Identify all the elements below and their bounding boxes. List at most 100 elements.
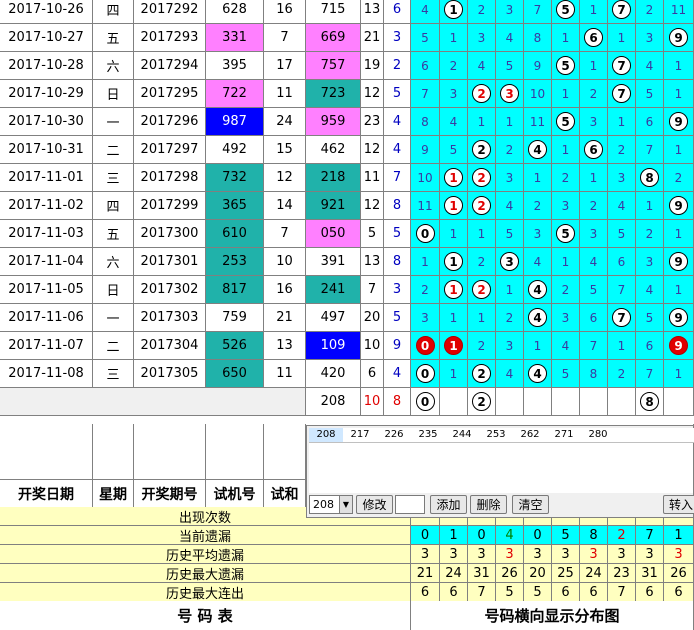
list-item[interactable]: 235 [411, 428, 445, 442]
distribution-cell: 6 [411, 52, 440, 80]
stat-value: 3 [468, 545, 496, 564]
distribution-cell: 2 [468, 80, 496, 108]
omission-value: 10 [529, 86, 546, 101]
distribution-cell: 1 [608, 108, 636, 136]
distribution-cell: 1 [664, 360, 694, 388]
issue-number: 2017296 [134, 108, 206, 136]
list-item[interactable]: 226 [377, 428, 411, 442]
list-area[interactable] [309, 443, 693, 493]
issue-number: 2017303 [134, 304, 206, 332]
omission-value: 1 [589, 2, 598, 17]
distribution-cell: 3 [496, 0, 524, 24]
number-input[interactable] [395, 495, 425, 514]
distribution-cell: 1 [440, 192, 468, 220]
distribution-cell: 5 [552, 360, 580, 388]
number-combo[interactable]: 208 ▼ [309, 495, 353, 514]
hit-ball: 9 [669, 308, 688, 327]
draw-span: 5 [384, 304, 411, 332]
list-item[interactable]: 217 [343, 428, 377, 442]
clear-button[interactable]: 清空 [512, 495, 549, 514]
hit-ball: 9 [669, 252, 688, 271]
omission-value: 2 [589, 86, 598, 101]
distribution-cell: 3 [580, 220, 608, 248]
omission-value: 4 [645, 58, 654, 73]
predict-ball: 2 [472, 392, 491, 411]
distribution-cell: 1 [496, 108, 524, 136]
blank-cell [93, 424, 134, 480]
draw-span: 7 [384, 164, 411, 192]
distribution-cell: 4 [552, 332, 580, 360]
predict-ball: 0 [415, 392, 435, 411]
omission-value: 1 [533, 170, 542, 185]
omission-value: 1 [561, 86, 570, 101]
distribution-cell: 2 [636, 0, 664, 24]
omission-value: 11 [417, 198, 433, 213]
omission-value: 1 [477, 114, 486, 129]
distribution-cell: 2 [496, 136, 524, 164]
omission-value: 1 [589, 170, 598, 185]
omission-value: 6 [589, 310, 598, 325]
draw-date: 2017-10-26 [0, 0, 93, 24]
predict-cell [524, 388, 552, 416]
distribution-cell: 5 [552, 0, 580, 24]
add-button[interactable]: 添加 [430, 495, 467, 514]
delete-button[interactable]: 删除 [470, 495, 507, 514]
list-item[interactable]: 208 [309, 428, 343, 442]
omission-value: 2 [561, 282, 570, 297]
distribution-cell: 4 [468, 52, 496, 80]
import-button[interactable]: 转入 [663, 495, 694, 514]
stat-value: 8 [580, 526, 608, 545]
omission-value: 1 [505, 282, 514, 297]
hit-ball: 2 [472, 84, 491, 103]
omission-value: 1 [477, 310, 486, 325]
weekday: 三 [93, 360, 134, 388]
test-number: 650 [206, 360, 264, 388]
list-item[interactable]: 262 [513, 428, 547, 442]
stat-value: 3 [411, 545, 440, 564]
stat-value: 7 [468, 583, 496, 602]
list-item[interactable]: 271 [547, 428, 581, 442]
distribution-cell: 1 [440, 24, 468, 52]
omission-value: 4 [561, 338, 570, 353]
hit-ball: 1 [444, 168, 463, 187]
omission-value: 7 [645, 366, 654, 381]
test-number: 817 [206, 276, 264, 304]
stat-value: 6 [636, 583, 664, 602]
column-header: 开奖期号 [134, 480, 206, 508]
distribution-cell: 9 [664, 192, 694, 220]
distribution-cell: 5 [636, 80, 664, 108]
distribution-cell: 1 [440, 332, 468, 360]
omission-value: 2 [421, 282, 429, 297]
distribution-cell: 3 [524, 220, 552, 248]
distribution-cell: 1 [608, 24, 636, 52]
omission-value: 7 [533, 2, 542, 17]
omission-value: 8 [421, 114, 429, 129]
distribution-cell: 4 [496, 360, 524, 388]
draw-date: 2017-11-07 [0, 332, 93, 360]
chevron-down-icon[interactable]: ▼ [339, 496, 352, 513]
predict-cell [664, 388, 694, 416]
stat-value: 3 [664, 545, 694, 564]
issue-number: 2017301 [134, 248, 206, 276]
list-item[interactable]: 253 [479, 428, 513, 442]
omission-value: 1 [674, 58, 683, 73]
test-number: 253 [206, 248, 264, 276]
omission-value: 5 [645, 310, 654, 325]
number-list[interactable]: 208 217 226 235 244 253 262 271 280 [309, 428, 694, 443]
test-number: 526 [206, 332, 264, 360]
list-item[interactable]: 244 [445, 428, 479, 442]
omission-value: 1 [561, 254, 570, 269]
list-item[interactable]: 280 [581, 428, 615, 442]
draw-span: 4 [384, 136, 411, 164]
test-sum: 14 [264, 192, 306, 220]
draw-span: 4 [384, 360, 411, 388]
modify-button[interactable]: 修改 [356, 495, 393, 514]
distribution-cell: 6 [580, 136, 608, 164]
distribution-cell: 1 [440, 304, 468, 332]
draw-span: 3 [384, 24, 411, 52]
omission-value: 1 [674, 282, 683, 297]
distribution-cell: 1 [440, 0, 468, 24]
distribution-cell: 3 [468, 24, 496, 52]
issue-number: 2017294 [134, 52, 206, 80]
draw-span: 9 [384, 332, 411, 360]
